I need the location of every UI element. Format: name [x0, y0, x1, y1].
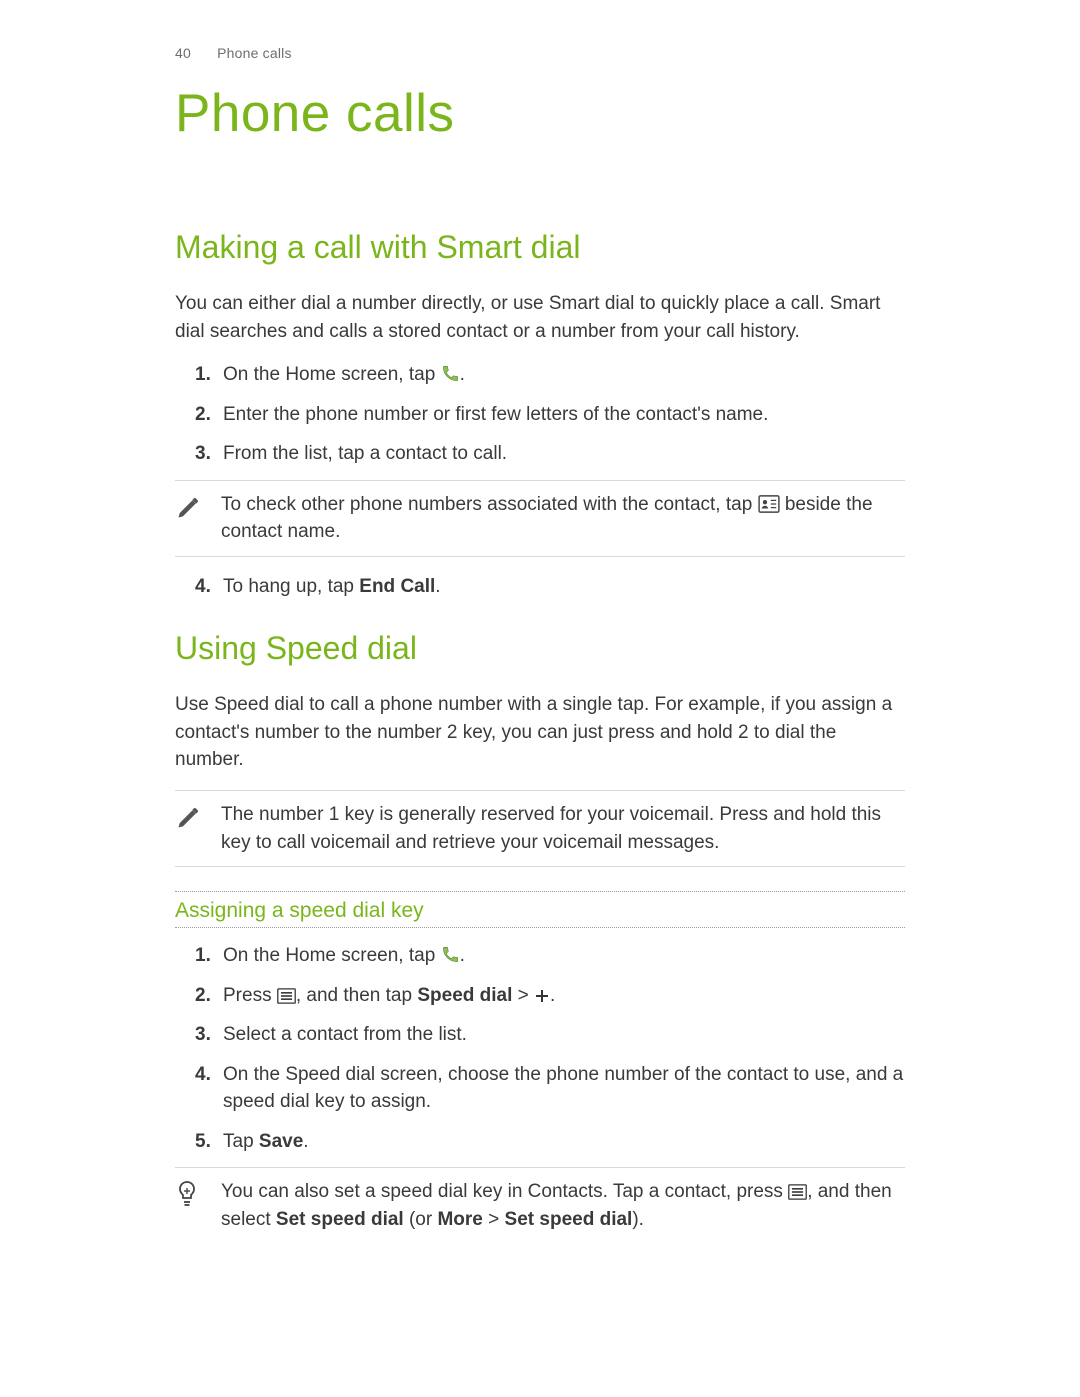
list-item: On the Home screen, tap . [223, 361, 905, 389]
steps-list-assign: On the Home screen, tap . Press , and th… [175, 942, 905, 1155]
section-intro: Use Speed dial to call a phone number wi… [175, 691, 905, 774]
subsection-title: Assigning a speed dial key [175, 891, 905, 928]
plus-icon [534, 988, 550, 1004]
note-callout: The number 1 key is generally reserved f… [175, 790, 905, 867]
lightbulb-icon [175, 1180, 199, 1210]
steps-list-smart-dial-cont: To hang up, tap End Call. [175, 573, 905, 601]
page-number: 40 [175, 45, 191, 61]
list-item: On the Home screen, tap . [223, 942, 905, 970]
list-item: From the list, tap a contact to call. [223, 440, 905, 468]
menu-icon [277, 988, 296, 1004]
note-text: The number 1 key is generally reserved f… [221, 801, 905, 856]
menu-icon [788, 1184, 807, 1200]
list-item: To hang up, tap End Call. [223, 573, 905, 601]
section-title-speed-dial: Using Speed dial [175, 630, 905, 667]
section-title-smart-dial: Making a call with Smart dial [175, 229, 905, 266]
chapter-title: Phone calls [175, 83, 905, 144]
subsection-wrap: Assigning a speed dial key [175, 891, 905, 928]
document-page: 40 Phone calls Phone calls Making a call… [0, 0, 1080, 1397]
note-text: To check other phone numbers associated … [221, 491, 905, 546]
list-item: Select a contact from the list. [223, 1021, 905, 1049]
tip-callout: You can also set a speed dial key in Con… [175, 1167, 905, 1239]
steps-list-smart-dial: On the Home screen, tap . Enter the phon… [175, 361, 905, 468]
note-callout: To check other phone numbers associated … [175, 480, 905, 557]
tip-text: You can also set a speed dial key in Con… [221, 1178, 905, 1233]
contact-card-icon [758, 495, 780, 513]
section-intro: You can either dial a number directly, o… [175, 290, 905, 345]
pencil-icon [175, 803, 203, 831]
list-item: On the Speed dial screen, choose the pho… [223, 1061, 905, 1116]
running-header: 40 Phone calls [175, 45, 905, 61]
phone-icon [441, 364, 460, 383]
pencil-icon [175, 493, 203, 521]
list-item: Tap Save. [223, 1128, 905, 1156]
list-item: Enter the phone number or first few lett… [223, 401, 905, 429]
running-title: Phone calls [217, 45, 292, 61]
list-item: Press , and then tap Speed dial > . [223, 982, 905, 1010]
phone-icon [441, 945, 460, 964]
